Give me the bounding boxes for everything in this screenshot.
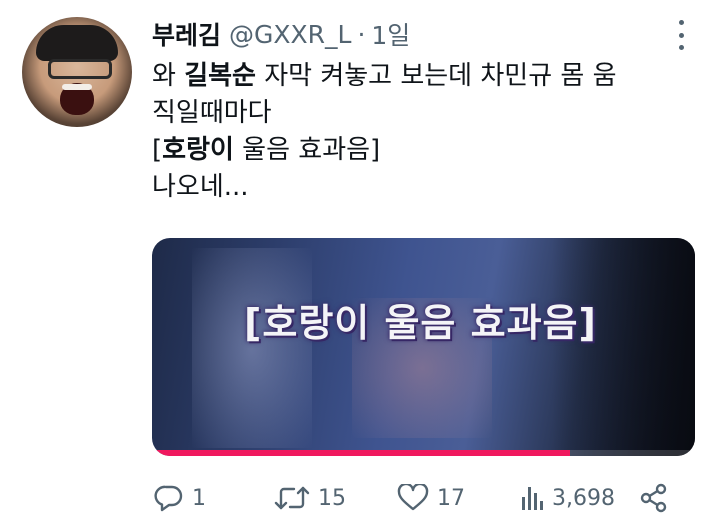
like-button[interactable]: 17 bbox=[397, 478, 465, 518]
retweet-count: 15 bbox=[318, 485, 346, 511]
tweet-text-line: 나오네... bbox=[152, 169, 700, 206]
video-progress-fill bbox=[152, 450, 571, 456]
more-icon[interactable] bbox=[674, 20, 688, 50]
tweet-text-line: 와 길복순 자막 켜놓고 보는데 차민규 몸 움 bbox=[152, 58, 700, 95]
tweet-text-segment: 와 bbox=[152, 61, 185, 91]
tweet-text: 와 길복순 자막 켜놓고 보는데 차민규 몸 움 직일때마다 [호랑이 울음 효과음… bbox=[152, 58, 700, 206]
tweet-text-segment: [ bbox=[152, 135, 163, 165]
tweet-header: 부레김 @GXXR_L · 1일 bbox=[152, 16, 410, 52]
tweet-text-bold: 길복순 bbox=[184, 61, 256, 91]
share-icon bbox=[640, 483, 667, 513]
reply-count: 1 bbox=[192, 485, 206, 511]
retweet-icon bbox=[274, 486, 310, 510]
media-blur-figure bbox=[192, 248, 312, 448]
reply-button[interactable]: 1 bbox=[154, 478, 206, 518]
share-button[interactable] bbox=[639, 478, 669, 518]
tweet-media[interactable]: [호랑이 울음 효과음] bbox=[152, 238, 695, 456]
like-icon bbox=[397, 484, 429, 511]
video-progress-bar[interactable] bbox=[152, 450, 695, 456]
tweet-text-segment: 직일때마다 bbox=[152, 98, 272, 128]
tweet-text-bold: 호랑이 bbox=[162, 135, 234, 165]
author-avatar[interactable] bbox=[22, 17, 132, 127]
tweet-text-segment: 자막 켜놓고 보는데 차민규 몸 움 bbox=[255, 61, 617, 91]
author-handle[interactable]: @GXXR_L bbox=[229, 20, 351, 49]
media-caption: [호랑이 울음 효과음] bbox=[244, 301, 597, 345]
media-dark-edge bbox=[552, 238, 695, 456]
like-count: 17 bbox=[437, 485, 465, 511]
tweet-text-segment: 울음 효과음] bbox=[233, 135, 381, 165]
views-count: 3,698 bbox=[552, 485, 615, 511]
tweet-text-line: [호랑이 울음 효과음] bbox=[152, 132, 700, 169]
views-icon bbox=[522, 487, 543, 510]
retweet-button[interactable]: 15 bbox=[274, 478, 346, 518]
tweet-text-segment: 나오네... bbox=[152, 172, 249, 202]
tweet-time[interactable]: 1일 bbox=[371, 16, 410, 52]
tweet-actions: 1 15 17 3,698 bbox=[152, 478, 672, 518]
reply-icon bbox=[154, 485, 183, 512]
tweet-text-line: 직일때마다 bbox=[152, 95, 700, 132]
avatar-hair bbox=[36, 25, 118, 61]
avatar-glasses bbox=[48, 59, 112, 79]
author-name[interactable]: 부레김 bbox=[152, 16, 221, 52]
avatar-teeth bbox=[62, 84, 92, 90]
views-button[interactable]: 3,698 bbox=[520, 478, 615, 518]
separator-dot: · bbox=[357, 19, 366, 49]
